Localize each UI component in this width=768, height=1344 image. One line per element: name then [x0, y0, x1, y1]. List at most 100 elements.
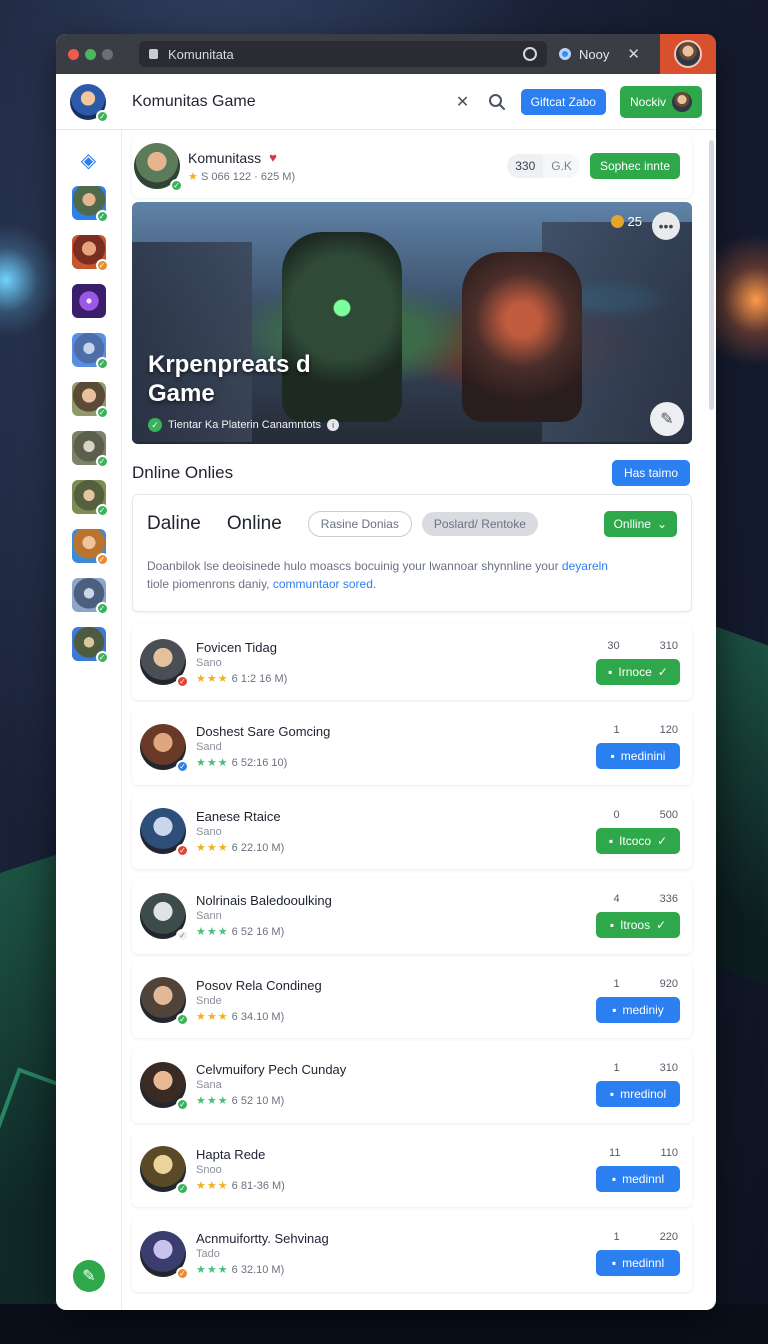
filter-desc-main: Doanbilok lse deoisinede hulo moascs boc…: [147, 559, 562, 573]
maximize-window-button[interactable]: [85, 48, 96, 60]
desc-link-2[interactable]: communtaor sored.: [273, 577, 376, 591]
check-icon: ✓: [656, 918, 667, 932]
hero-subtitle-text: Tientar Ka Platerin Canamntots: [168, 419, 322, 431]
close-window-button[interactable]: [68, 48, 79, 60]
sidebar-item-9[interactable]: ✓: [71, 578, 109, 615]
row-name: Posov Rela Condineg: [196, 977, 322, 993]
info-icon[interactable]: i: [327, 419, 340, 431]
sidebar-item-6[interactable]: ✓: [71, 431, 109, 468]
sidebar-item-8[interactable]: ✓: [71, 529, 109, 566]
sidebar-item-10[interactable]: ✓: [71, 627, 109, 664]
app-header: ✓ Komunitas Game ✕ Giftcat Zabo Nockiv: [56, 74, 716, 130]
row-avatar[interactable]: ✓: [140, 892, 189, 942]
close-icon[interactable]: ✕: [627, 45, 640, 63]
status-icon: ✓: [95, 259, 109, 272]
tools-icon[interactable]: ✕: [453, 92, 473, 112]
section-header: Dnline Onlies Has taimo: [132, 458, 692, 488]
row-action-label: mredinol: [620, 1087, 667, 1101]
edit-fab-button[interactable]: ✎: [73, 1260, 105, 1292]
online-dropdown[interactable]: Onlline ⌄: [603, 511, 677, 537]
count-b: G.K: [543, 154, 580, 178]
row-action-button[interactable]: ▪ Itcoco ✓: [596, 827, 680, 854]
section-button[interactable]: Has taimo: [611, 460, 690, 486]
filter-chip-1[interactable]: Rasine Donias: [307, 511, 412, 537]
home-diamond-icon[interactable]: ◈: [75, 146, 103, 174]
scrollbar[interactable]: [709, 140, 714, 410]
sidebar-item-4[interactable]: ✓: [71, 333, 109, 370]
bag-icon: ▪: [611, 1171, 617, 1186]
community-avatar[interactable]: ✓: [134, 143, 183, 192]
row-action-button[interactable]: ▪ Itroos ✓: [596, 912, 680, 938]
list-item[interactable]: ✓ Acnmuifortty. Sehvinag Tado ★★★ 6 32.10 M…: [132, 1215, 692, 1292]
row-avatar[interactable]: ✓: [140, 977, 189, 1026]
row-action-button[interactable]: ▪ medinini: [596, 743, 680, 769]
status-icon: ✓: [176, 928, 189, 942]
list-item[interactable]: ✓ Posov Rela Condineg Snde ★★★ 6 34.10 M) 1 9…: [132, 962, 692, 1038]
row-action-button[interactable]: ▪ mredinol: [596, 1081, 680, 1107]
row-avatar[interactable]: ✓: [140, 808, 189, 857]
header-secondary-button[interactable]: Nockiv: [619, 85, 702, 118]
tab-online[interactable]: Online: [227, 513, 282, 535]
list-item[interactable]: ✓ Hapta Rede Snoo ★★★ 6 81-36 M) 11 110 ▪ medin…: [132, 1131, 692, 1207]
filter-chip-2[interactable]: Poslard/ Rentoke: [421, 512, 538, 536]
star-rating-icon: ★★★: [196, 926, 229, 938]
sidebar-item-5[interactable]: ✓: [71, 382, 109, 419]
row-avatar[interactable]: ✓: [140, 1146, 189, 1195]
row-num-1: 1: [613, 977, 620, 990]
row-num-2: 920: [659, 977, 678, 990]
list-item[interactable]: ✓ Celvmuifory Pech Cunday Sana ★★★ 6 52 10 …: [132, 1046, 692, 1123]
status-icon: ✓: [95, 455, 109, 468]
row-avatar[interactable]: ✓: [140, 639, 189, 688]
browser-profile[interactable]: [660, 34, 716, 74]
sidebar-item-1[interactable]: ✓: [71, 186, 109, 223]
more-options-icon[interactable]: •••: [652, 212, 680, 240]
list-item[interactable]: ✓ Fovicen Tidag Sano ★★★ 6 1:2 16 M) 30 310 ▪ I…: [132, 624, 692, 700]
row-avatar[interactable]: ✓: [140, 723, 189, 773]
community-action-button[interactable]: Sophec innte: [589, 153, 680, 179]
row-action-button[interactable]: ▪ Irnoce ✓: [596, 658, 680, 685]
user-avatar: [672, 91, 692, 112]
status-icon: ✓: [95, 357, 109, 370]
row-action-button[interactable]: ▪ mediniy: [596, 996, 680, 1023]
row-meta: 6 81-36 M): [231, 1179, 285, 1192]
list-item[interactable]: ✓ Nolrinais Baledooulking Sann ★★★ 6 52 16 …: [132, 877, 692, 954]
status-icon: ✓: [95, 602, 109, 615]
hero-banner[interactable]: 25 ••• Krpenpreats d Game ✓ Tientar Ka P…: [132, 202, 692, 444]
heart-icon[interactable]: ♥: [269, 150, 277, 165]
browser-tab[interactable]: Nooy ✕: [559, 45, 640, 63]
hero-coins: 25: [610, 214, 642, 229]
star-rating-icon: ★★★: [196, 1264, 229, 1276]
status-icon: ✓: [176, 1013, 189, 1026]
star-rating-icon: ★★★: [196, 672, 229, 685]
gear-icon[interactable]: [523, 47, 537, 61]
edit-icon[interactable]: ✎: [650, 402, 684, 436]
row-avatar[interactable]: ✓: [140, 1230, 189, 1280]
sidebar-item-2[interactable]: ✓: [71, 235, 109, 272]
row-avatar[interactable]: ✓: [140, 1061, 189, 1111]
tab-daline[interactable]: Daline: [147, 513, 201, 535]
row-sub: Sano: [196, 825, 222, 838]
row-action-button[interactable]: ▪ medinnl: [596, 1165, 680, 1192]
sidebar-item-7[interactable]: ✓: [71, 480, 109, 517]
lock-icon: [149, 49, 158, 59]
header-secondary-label: Nockiv: [629, 94, 666, 109]
row-action-button[interactable]: ▪ medinnl: [596, 1250, 680, 1276]
status-icon: ✓: [95, 504, 109, 517]
row-meta: 6 52 16 M): [231, 926, 285, 938]
sidebar-item-3[interactable]: [71, 284, 106, 318]
list-item[interactable]: ✓ Doshest Sare Gomcing Sand ★★★ 6 52:16 10)…: [132, 708, 692, 785]
row-num-2: 110: [660, 1146, 678, 1159]
address-bar[interactable]: Komunitata: [139, 41, 547, 67]
browser-window: Komunitata Nooy ✕ ✓ Komunitas Game ✕ Gif…: [56, 34, 716, 1310]
app-logo[interactable]: ✓: [70, 83, 109, 123]
row-sub: Sann: [196, 910, 222, 922]
desc-link-1[interactable]: deyareln: [562, 559, 608, 573]
header-primary-button[interactable]: Giftcat Zabo: [520, 88, 606, 115]
app-title: Komunitas Game: [132, 92, 256, 110]
minimize-window-button[interactable]: [102, 48, 113, 60]
list-item[interactable]: ✓ Eanese Rtaice Sano ★★★ 6 22.10 M) 0 500 ▪ Itc…: [132, 793, 692, 869]
row-action-label: medinini: [620, 749, 666, 763]
check-icon: ✓: [657, 664, 668, 679]
search-icon[interactable]: [487, 92, 507, 112]
check-icon: ✓: [657, 833, 668, 848]
